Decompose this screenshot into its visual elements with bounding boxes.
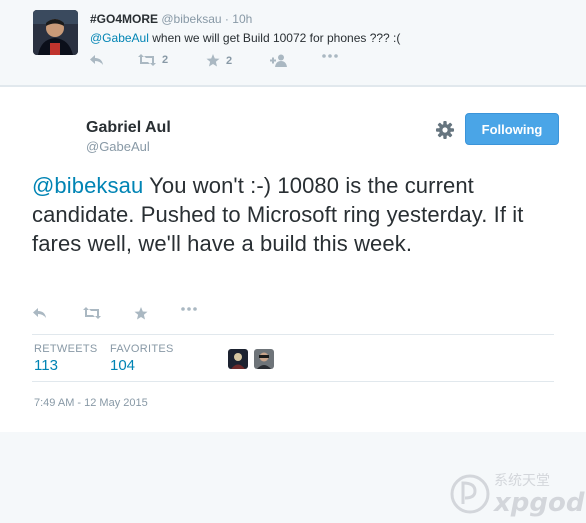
- star-icon: [206, 54, 220, 67]
- retweet-button[interactable]: 2: [138, 54, 168, 66]
- reply-header: #GO4MORE @bibeksau · 10h: [90, 12, 252, 26]
- reply-icon[interactable]: [33, 307, 47, 319]
- reply-author-handle[interactable]: @bibeksau: [161, 12, 221, 26]
- retweets-label: RETWEETS: [34, 343, 98, 355]
- favorites-label: FAVORITES: [110, 343, 174, 355]
- reply-text: @GabeAul when we will get Build 10072 fo…: [90, 31, 400, 45]
- favorite-button[interactable]: 2: [206, 54, 232, 67]
- tweet-actions: [33, 307, 233, 323]
- watermark-logo: 系统天堂 xpgod: [450, 467, 586, 518]
- separator-dot: ·: [224, 12, 229, 26]
- retweet-count: 2: [162, 54, 169, 66]
- more-icon[interactable]: [322, 54, 338, 58]
- avatar[interactable]: [254, 349, 274, 369]
- follow-user-icon[interactable]: [270, 54, 288, 67]
- favorite-count: 2: [226, 54, 233, 67]
- gear-icon[interactable]: [435, 120, 455, 140]
- reply-mention-link[interactable]: @GabeAul: [90, 31, 149, 45]
- reply-author-name[interactable]: #GO4MORE: [90, 12, 158, 26]
- reply-timestamp[interactable]: 10h: [232, 12, 252, 26]
- favorites-count[interactable]: 104: [110, 357, 135, 374]
- tweet-timestamp[interactable]: 7:49 AM - 12 May 2015: [34, 397, 148, 409]
- retweets-count[interactable]: 113: [34, 357, 58, 374]
- reply-body: when we will get Build 10072 for phones …: [148, 31, 401, 45]
- reply-icon[interactable]: [90, 54, 104, 66]
- svg-text:xpgod: xpgod: [492, 488, 585, 518]
- svg-text:系统天堂: 系统天堂: [494, 473, 550, 489]
- divider: [32, 381, 554, 382]
- following-button[interactable]: Following: [465, 113, 559, 145]
- divider: [32, 334, 554, 335]
- avatar[interactable]: [33, 10, 78, 55]
- more-icon[interactable]: [181, 307, 197, 311]
- retweet-icon[interactable]: [83, 307, 101, 319]
- author-handle[interactable]: @GabeAul: [86, 139, 150, 154]
- tweet-text: @bibeksau You won't :-) 10080 is the cur…: [32, 171, 562, 258]
- retweet-icon: [138, 54, 156, 66]
- star-icon[interactable]: [134, 307, 148, 320]
- author-name[interactable]: Gabriel Aul: [86, 119, 171, 137]
- main-tweet: Gabriel Aul @GabeAul Following @bibeksau…: [0, 86, 586, 518]
- tweet-mention-link[interactable]: @bibeksau: [32, 173, 143, 198]
- reply-tweet[interactable]: #GO4MORE @bibeksau · 10h @GabeAul when w…: [0, 0, 586, 86]
- avatar[interactable]: [228, 349, 248, 369]
